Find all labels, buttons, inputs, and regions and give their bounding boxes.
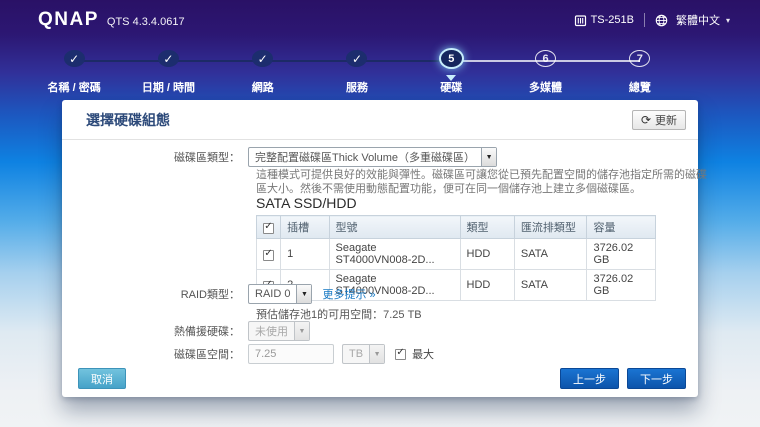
column-header-type: 類型 <box>460 216 514 239</box>
max-label: 最大 <box>412 346 434 362</box>
current-step-pointer-icon <box>446 75 456 81</box>
check-icon <box>64 50 85 67</box>
qts-version: QTS 4.3.4.0617 <box>107 16 185 28</box>
wizard-stepper: 名稱 / 密碼 日期 / 時間 網路 服務 5 硬碟 6 多媒體 7 總覽 <box>27 50 687 95</box>
raid-type-select[interactable]: RAID 0 ▼ <box>248 284 312 304</box>
column-header-bus: 匯流排類型 <box>514 216 587 239</box>
column-header-slot: 插槽 <box>281 216 329 239</box>
device-model-label: TS-251B <box>591 14 634 26</box>
step-disk-current[interactable]: 5 硬碟 <box>404 50 498 95</box>
step-summary[interactable]: 7 總覽 <box>593 50 687 95</box>
dropdown-arrow-icon: ▼ <box>294 322 309 340</box>
check-icon <box>252 50 273 67</box>
dropdown-arrow-icon: ▼ <box>369 345 384 363</box>
language-selector[interactable]: 繁體中文 ▾ <box>655 12 730 28</box>
volume-type-row: 磁碟區類型： 完整配置磁碟區Thick Volume（多重磁碟區） ▼ <box>62 147 497 167</box>
next-button[interactable]: 下一步 <box>627 368 686 389</box>
step-date-time[interactable]: 日期 / 時間 <box>121 50 215 95</box>
panel-content: 磁碟區類型： 完整配置磁碟區Thick Volume（多重磁碟區） ▼ 這種模式… <box>62 140 698 397</box>
volume-type-label: 磁碟區類型： <box>62 149 248 165</box>
table-row[interactable]: 1 Seagate ST4000VN008-2D... HDD SATA 372… <box>257 239 656 270</box>
step-number-badge: 5 <box>441 50 462 67</box>
disk-row-checkbox[interactable] <box>263 250 274 261</box>
step-number-badge: 6 <box>535 50 556 67</box>
nas-device-icon <box>574 14 587 27</box>
check-icon <box>158 50 179 67</box>
volume-type-select[interactable]: 完整配置磁碟區Thick Volume（多重磁碟區） ▼ <box>248 147 497 167</box>
column-header-capacity: 容量 <box>587 216 656 239</box>
topbar: QNAP QTS 4.3.4.0617 TS-251B 繁體中文 ▾ <box>0 0 760 40</box>
step-multimedia[interactable]: 6 多媒體 <box>498 50 592 95</box>
step-services[interactable]: 服務 <box>310 50 404 95</box>
page-title: 選擇硬碟組態 <box>86 110 170 130</box>
table-header-row: 插槽 型號 類型 匯流排類型 容量 <box>257 216 656 239</box>
cancel-button[interactable]: 取消 <box>78 368 126 389</box>
volume-type-description: 這種模式可提供良好的效能與彈性。磁碟區可讓您從已預先配置空間的儲存池指定所需的磁… <box>256 168 708 196</box>
check-icon <box>346 50 367 67</box>
volume-space-label: 磁碟區空間： <box>62 346 248 362</box>
max-checkbox[interactable] <box>395 349 406 360</box>
disk-config-panel: 選擇硬碟組態 ⟳ 更新 磁碟區類型： 完整配置磁碟區Thick Volume（多… <box>62 100 698 397</box>
volume-space-input[interactable] <box>248 344 334 364</box>
language-label: 繁體中文 <box>676 12 720 28</box>
qnap-logo: QNAP <box>38 9 99 31</box>
raid-type-label: RAID類型： <box>62 286 248 302</box>
refresh-button[interactable]: ⟳ 更新 <box>632 110 686 130</box>
dropdown-arrow-icon: ▼ <box>481 148 496 166</box>
panel-header: 選擇硬碟組態 ⟳ 更新 <box>62 100 698 140</box>
refresh-icon: ⟳ <box>641 114 651 126</box>
back-button[interactable]: 上一步 <box>560 368 619 389</box>
pool-estimate-text: 預估儲存池1的可用空間：7.25 TB <box>256 306 422 322</box>
more-hints-link[interactable]: 更多提示 » <box>322 286 375 302</box>
globe-icon <box>655 14 668 27</box>
column-header-model: 型號 <box>329 216 460 239</box>
hot-spare-select[interactable]: 未使用 ▼ <box>248 321 310 341</box>
volume-space-row: 磁碟區空間： TB ▼ 最大 <box>62 344 434 364</box>
sata-section-title: SATA SSD/HDD <box>256 195 357 211</box>
hot-spare-label: 熱備援硬碟： <box>62 323 248 339</box>
step-number-badge: 7 <box>629 50 650 67</box>
dropdown-arrow-icon: ▼ <box>296 285 311 303</box>
raid-type-row: RAID類型： RAID 0 ▼ 更多提示 » <box>62 284 376 304</box>
step-network[interactable]: 網路 <box>216 50 310 95</box>
topbar-divider <box>644 13 645 27</box>
space-unit-select[interactable]: TB ▼ <box>342 344 385 364</box>
hot-spare-row: 熱備援硬碟： 未使用 ▼ <box>62 321 310 341</box>
device-name: TS-251B <box>574 14 634 27</box>
step-name-password[interactable]: 名稱 / 密碼 <box>27 50 121 95</box>
chevron-down-icon: ▾ <box>726 16 730 25</box>
brand: QNAP QTS 4.3.4.0617 <box>38 9 185 31</box>
select-all-checkbox[interactable] <box>263 223 274 234</box>
